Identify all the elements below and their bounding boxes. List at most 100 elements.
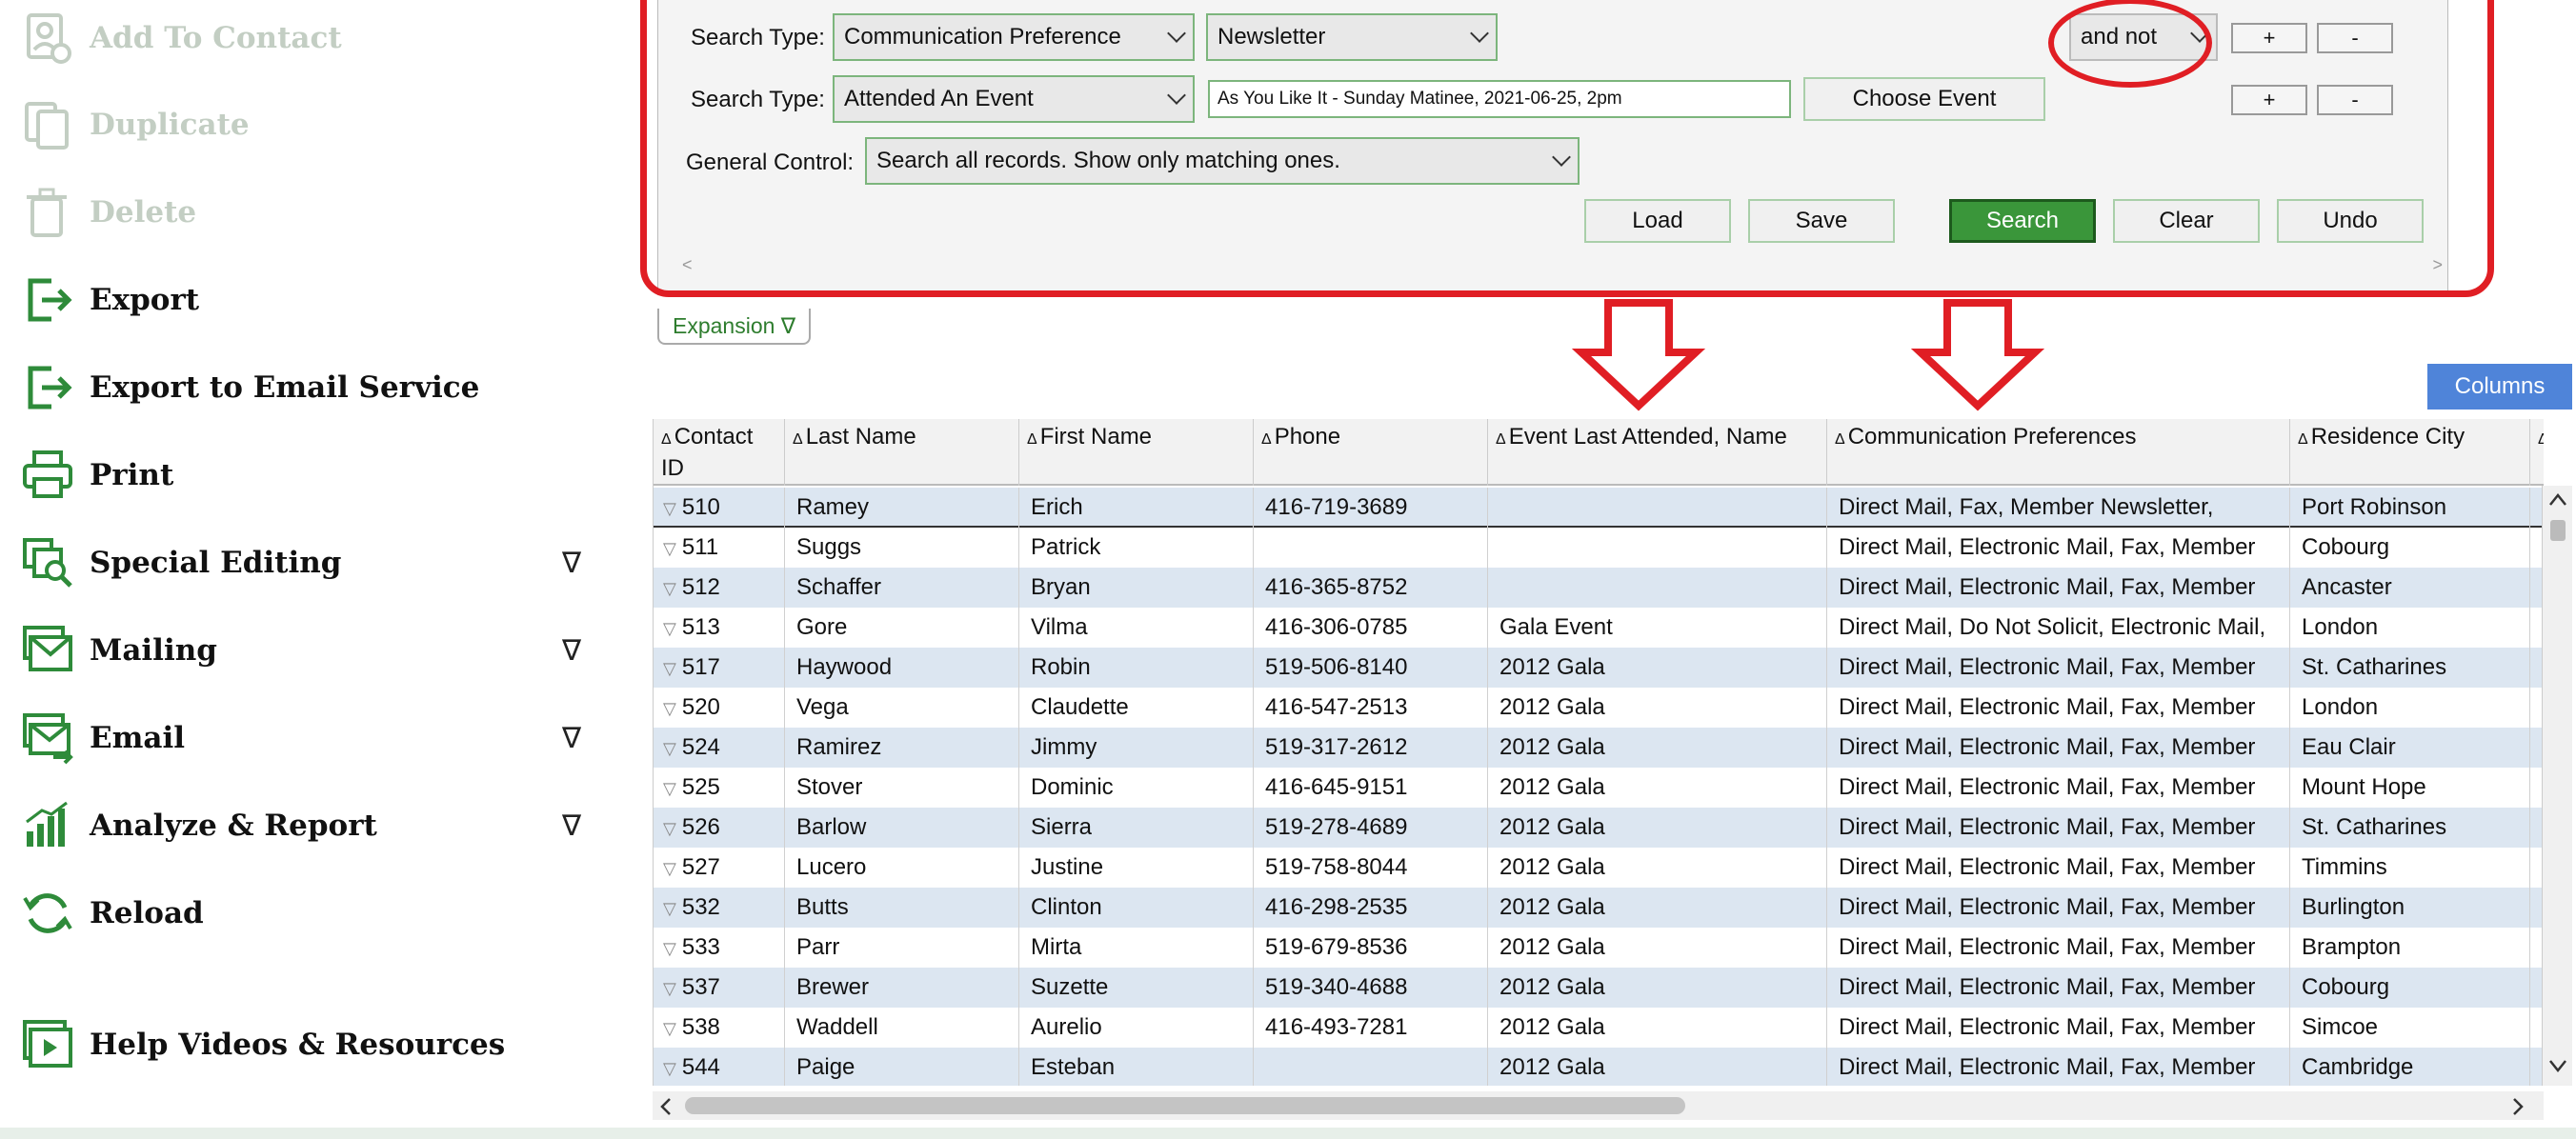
table-row[interactable]: ▽ 520 Vega Claudette 416-547-2513 2012 Gala Di… bbox=[654, 688, 2544, 728]
cell-last-name-value: Ramey bbox=[796, 494, 870, 520]
cell-first-name: Justine bbox=[1019, 848, 1254, 888]
cell-event-last-attended: 2012 Gala bbox=[1488, 688, 1827, 728]
table-horizontal-scrollbar[interactable] bbox=[653, 1091, 2544, 1120]
table-row[interactable]: ▽ 524 Ramirez Jimmy 519-317-2612 2012 Gala Dir… bbox=[654, 728, 2544, 768]
mailing-expand-icon[interactable]: ∇ bbox=[562, 634, 581, 668]
export-to-email-service-button[interactable]: Export to Email Service bbox=[17, 354, 598, 421]
row-expand-icon[interactable]: ▽ bbox=[663, 899, 676, 918]
search-type-select-2[interactable]: Attended An Event bbox=[833, 75, 1195, 123]
table-row[interactable]: ▽ 512 Schaffer Bryan 416-365-8752 Direct Mail… bbox=[654, 568, 2544, 608]
analyze-report-expand-icon[interactable]: ∇ bbox=[562, 809, 581, 843]
scroll-down-icon[interactable] bbox=[2548, 1059, 2567, 1074]
column-header-last-name[interactable]: Δ Last Name bbox=[785, 419, 1019, 486]
mailing-menu[interactable]: Mailing ∇ bbox=[17, 617, 598, 684]
remove-criteria-button-2[interactable]: - bbox=[2317, 85, 2393, 115]
table-row[interactable]: ▽ 533 Parr Mirta 519-679-8536 2012 Gala Direct… bbox=[654, 928, 2544, 968]
row-expand-icon[interactable]: ▽ bbox=[663, 1059, 676, 1078]
export-button[interactable]: Export bbox=[17, 267, 598, 333]
cell-first-name: Suzette bbox=[1019, 968, 1254, 1008]
row-expand-icon[interactable]: ▽ bbox=[663, 539, 676, 558]
row-expand-icon[interactable]: ▽ bbox=[663, 1019, 676, 1038]
row-expand-icon[interactable]: ▽ bbox=[663, 939, 676, 958]
help-videos-resources-button[interactable]: Help Videos & Resources bbox=[17, 1011, 598, 1078]
cell-contact-id-value: 513 bbox=[681, 614, 720, 640]
table-vertical-scrollbar[interactable] bbox=[2542, 486, 2572, 1086]
analyze-report-menu[interactable]: Analyze & Report ∇ bbox=[17, 792, 598, 859]
columns-button[interactable]: Columns bbox=[2427, 364, 2572, 410]
expansion-toggle[interactable]: Expansion ∇ bbox=[657, 309, 812, 345]
cell-residence-city: Mount Hope bbox=[2290, 768, 2530, 808]
row-expand-icon[interactable]: ▽ bbox=[663, 619, 676, 638]
email-expand-icon[interactable]: ∇ bbox=[562, 722, 581, 755]
email-menu[interactable]: Email ∇ bbox=[17, 705, 598, 771]
table-row[interactable]: ▽ 510 Ramey Erich 416-719-3689 Direct Mail, F… bbox=[654, 488, 2544, 528]
cell-event-last-attended: 2012 Gala bbox=[1488, 928, 1827, 968]
cell-event-last-attended: 2012 Gala bbox=[1488, 1048, 1827, 1086]
scroll-left-icon[interactable] bbox=[658, 1097, 674, 1116]
clear-button[interactable]: Clear bbox=[2113, 199, 2260, 243]
table-row[interactable]: ▽ 538 Waddell Aurelio 416-493-7281 2012 Gala D… bbox=[654, 1008, 2544, 1048]
add-to-contact-button[interactable]: Add To Contact bbox=[17, 5, 598, 71]
search-button[interactable]: Search bbox=[1949, 199, 2096, 243]
row-expand-icon[interactable]: ▽ bbox=[663, 659, 676, 678]
row-expand-icon[interactable]: ▽ bbox=[663, 859, 676, 878]
print-button[interactable]: Print bbox=[17, 442, 598, 509]
scroll-right-icon[interactable] bbox=[2510, 1097, 2526, 1116]
column-header-truncated[interactable]: Δ bbox=[2530, 419, 2544, 486]
event-field[interactable]: As You Like It - Sunday Matinee, 2021-06… bbox=[1208, 80, 1791, 118]
table-row[interactable]: ▽ 527 Lucero Justine 519-758-8044 2012 Gala Di… bbox=[654, 848, 2544, 888]
operator-select[interactable]: and not bbox=[2069, 13, 2218, 61]
cell-event-last-attended bbox=[1488, 568, 1827, 608]
table-row[interactable]: ▽ 511 Suggs Patrick Direct Mail, Electronic … bbox=[654, 528, 2544, 568]
scroll-right-icon[interactable]: > bbox=[2432, 255, 2443, 275]
panel-scrollbar[interactable]: < > bbox=[674, 255, 2446, 278]
special-editing-menu[interactable]: Special Editing ∇ bbox=[17, 530, 598, 596]
row-expand-icon[interactable]: ▽ bbox=[663, 739, 676, 758]
row-expand-icon[interactable]: ▽ bbox=[663, 579, 676, 598]
delete-button[interactable]: Delete bbox=[17, 179, 598, 246]
scroll-up-icon[interactable] bbox=[2548, 491, 2567, 507]
choose-event-button[interactable]: Choose Event bbox=[1803, 77, 2045, 121]
duplicate-button[interactable]: Duplicate bbox=[17, 91, 598, 158]
column-header-event-last-attended[interactable]: Δ Event Last Attended, Name bbox=[1488, 419, 1827, 486]
table-row[interactable]: ▽ 544 Paige Esteban 2012 Gala Direct Mail, El… bbox=[654, 1048, 2544, 1086]
row-expand-icon[interactable]: ▽ bbox=[663, 779, 676, 798]
column-header-residence-city[interactable]: Δ Residence City bbox=[2290, 419, 2530, 486]
cell-last-name-value: Ramirez bbox=[796, 734, 882, 760]
table-row[interactable]: ▽ 513 Gore Vilma 416-306-0785 Gala Event Direc… bbox=[654, 608, 2544, 648]
undo-button[interactable]: Undo bbox=[2277, 199, 2424, 243]
cell-communication-preferences: Direct Mail, Electronic Mail, Fax, Membe… bbox=[1827, 808, 2290, 848]
column-header-communication-preferences[interactable]: Δ Communication Preferences bbox=[1827, 419, 2290, 486]
scroll-thumb[interactable] bbox=[685, 1097, 1685, 1114]
column-header-first-name[interactable]: Δ First Name bbox=[1019, 419, 1254, 486]
scroll-left-icon[interactable]: < bbox=[682, 255, 693, 275]
add-criteria-button-1[interactable]: + bbox=[2231, 23, 2307, 53]
reload-button[interactable]: Reload bbox=[17, 880, 598, 947]
special-editing-expand-icon[interactable]: ∇ bbox=[562, 547, 581, 580]
search-type-select-1[interactable]: Communication Preference bbox=[833, 13, 1195, 61]
cell-communication-preferences-value: Direct Mail, Fax, Member Newsletter, bbox=[1839, 494, 2214, 520]
general-control-select[interactable]: Search all records. Show only matching o… bbox=[865, 137, 1580, 185]
load-button[interactable]: Load bbox=[1584, 199, 1731, 243]
row-expand-icon[interactable]: ▽ bbox=[663, 979, 676, 998]
table-row[interactable]: ▽ 526 Barlow Sierra 519-278-4689 2012 Gala Dir… bbox=[654, 808, 2544, 848]
row-expand-icon[interactable]: ▽ bbox=[663, 699, 676, 718]
add-criteria-button-2[interactable]: + bbox=[2231, 85, 2307, 115]
save-button[interactable]: Save bbox=[1748, 199, 1895, 243]
cell-contact-id-value: 527 bbox=[681, 854, 720, 880]
preference-value-select[interactable]: Newsletter bbox=[1206, 13, 1498, 61]
scroll-thumb[interactable] bbox=[2550, 520, 2566, 541]
cell-contact-id-value: 537 bbox=[681, 974, 720, 1000]
column-header-phone[interactable]: Δ Phone bbox=[1254, 419, 1488, 486]
table-row[interactable]: ▽ 532 Butts Clinton 416-298-2535 2012 Gala Dir… bbox=[654, 888, 2544, 928]
row-expand-icon[interactable]: ▽ bbox=[663, 819, 676, 838]
table-row[interactable]: ▽ 525 Stover Dominic 416-645-9151 2012 Gala Di… bbox=[654, 768, 2544, 808]
column-header-contact-id[interactable]: Δ Contact ID bbox=[654, 419, 785, 486]
cell-last-name-value: Barlow bbox=[796, 814, 867, 840]
row-expand-icon[interactable]: ▽ bbox=[663, 499, 676, 518]
table-row[interactable]: ▽ 517 Haywood Robin 519-506-8140 2012 Gala Dir… bbox=[654, 648, 2544, 688]
remove-criteria-button-1[interactable]: - bbox=[2317, 23, 2393, 53]
cell-phone-value: 416-365-8752 bbox=[1265, 574, 1408, 600]
table-row[interactable]: ▽ 537 Brewer Suzette 519-340-4688 2012 Gala Di… bbox=[654, 968, 2544, 1008]
cell-phone: 416-365-8752 bbox=[1254, 568, 1488, 608]
